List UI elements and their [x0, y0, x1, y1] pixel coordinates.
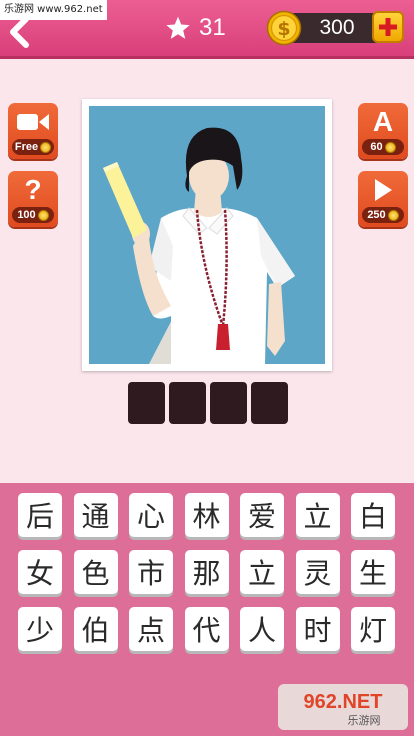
- skip-level-hint-button[interactable]: 250: [358, 171, 408, 227]
- back-arrow-icon: [10, 16, 29, 48]
- question-mark-icon: ?: [24, 174, 42, 205]
- letter-tile[interactable]: 时: [295, 607, 340, 651]
- letter-tile[interactable]: 生: [351, 550, 395, 594]
- add-coins-button[interactable]: [372, 11, 404, 43]
- letter-tile[interactable]: 伯: [73, 607, 118, 651]
- letter-tile[interactable]: 点: [129, 607, 173, 651]
- answer-slot[interactable]: [210, 382, 247, 424]
- level-indicator: 31: [165, 10, 226, 46]
- free-video-hint-button[interactable]: Free: [8, 103, 58, 159]
- letter-board: 后 通 心 林 爱 立 白 女 色 市 那 立 灵 生 少 伯 点 代 人 时 …: [0, 483, 414, 736]
- mini-coin-icon: [384, 141, 396, 153]
- coin-count: 300: [319, 16, 355, 39]
- svg-text:962.NET: 962.NET: [304, 691, 383, 713]
- puzzle-image-frame: [82, 99, 332, 371]
- answer-slot[interactable]: [169, 382, 206, 424]
- mini-coin-icon: [40, 141, 52, 153]
- puzzle-image: [89, 106, 325, 364]
- reveal-letter-cost-text: 60: [370, 141, 383, 153]
- mini-coin-icon: [387, 209, 399, 221]
- coin-icon: $: [266, 10, 302, 46]
- letter-tile[interactable]: 林: [184, 493, 229, 537]
- letter-tile[interactable]: 女: [18, 550, 62, 594]
- question-hint-cost-text: 100: [17, 209, 36, 221]
- letter-tile[interactable]: 灯: [351, 607, 395, 651]
- letter-tile[interactable]: 色: [73, 550, 118, 594]
- letter-a-icon: A: [372, 106, 394, 137]
- skip-level-cost-text: 250: [367, 209, 386, 221]
- question-hint-cost: 100: [12, 207, 54, 223]
- answer-slot[interactable]: [128, 382, 165, 424]
- letter-tile[interactable]: 白: [351, 493, 395, 537]
- reveal-letter-cost: 60: [362, 139, 404, 155]
- svg-text:$: $: [277, 18, 290, 40]
- video-camera-icon: [17, 114, 49, 130]
- svg-text:乐游网: 乐游网: [348, 714, 381, 727]
- letter-tile[interactable]: 立: [240, 550, 284, 594]
- answer-slot[interactable]: [251, 382, 288, 424]
- person-silhouette-illustration: [89, 106, 325, 364]
- answer-slots: [128, 382, 288, 424]
- question-hint-button[interactable]: ? 100: [8, 171, 58, 227]
- letter-grid: 后 通 心 林 爱 立 白 女 色 市 那 立 灵 生 少 伯 点 代 人 时 …: [18, 493, 398, 651]
- reveal-letter-hint-button[interactable]: A 60: [358, 103, 408, 159]
- video-hint-label: Free: [12, 139, 54, 155]
- letter-tile[interactable]: 爱: [240, 493, 284, 537]
- letter-tile[interactable]: 代: [184, 607, 229, 651]
- letter-tile[interactable]: 人: [240, 607, 284, 651]
- letter-tile[interactable]: 心: [129, 493, 173, 537]
- letter-tile[interactable]: 灵: [295, 550, 340, 594]
- plus-icon: [379, 18, 397, 36]
- letter-tile[interactable]: 市: [129, 550, 173, 594]
- site-watermark: 乐游网 www.962.net: [0, 0, 107, 20]
- star-icon: [166, 16, 190, 39]
- letter-tile[interactable]: 那: [184, 550, 229, 594]
- site-logo: 962.NET 乐游网: [278, 684, 408, 730]
- letter-tile[interactable]: 少: [18, 607, 62, 651]
- letter-tile[interactable]: 立: [295, 493, 340, 537]
- level-number: 31: [199, 14, 226, 41]
- letter-tile[interactable]: 通: [73, 493, 118, 537]
- video-hint-text: Free: [14, 141, 39, 153]
- mini-coin-icon: [37, 209, 49, 221]
- letter-tile[interactable]: 后: [18, 493, 62, 537]
- skip-level-cost: 250: [362, 207, 404, 223]
- play-arrow-icon: [375, 179, 392, 201]
